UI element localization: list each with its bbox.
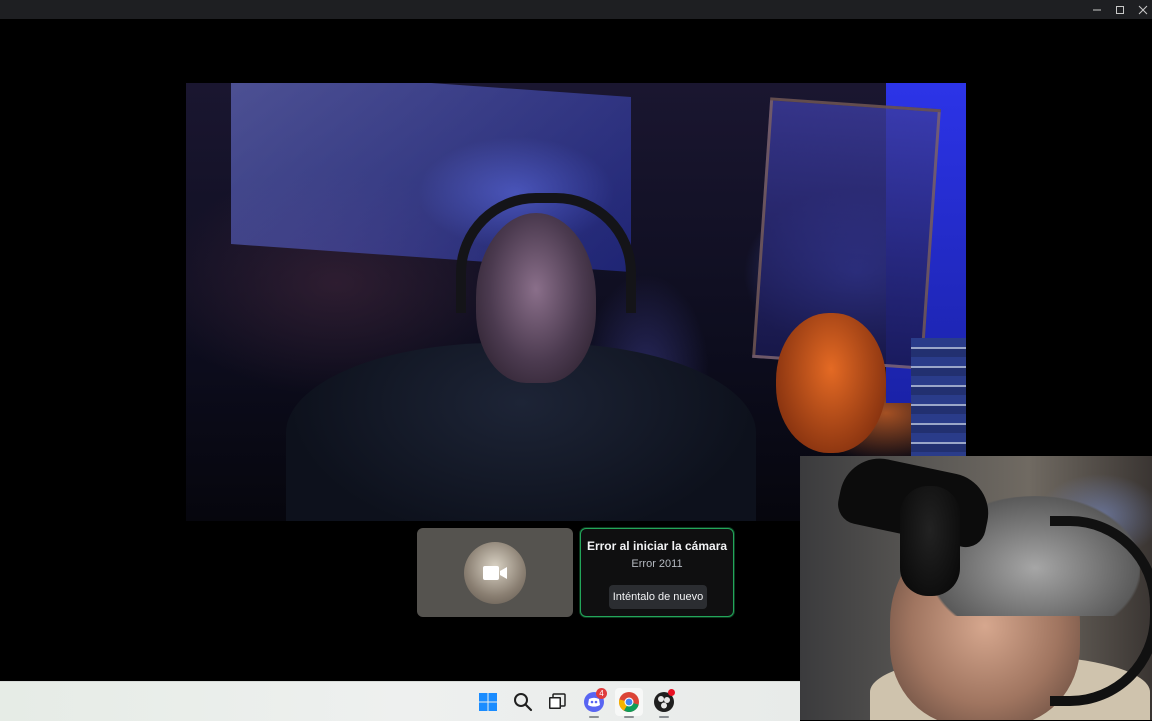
camera-error-card: Error al iniciar la cámara Error 2011 In… — [580, 528, 734, 617]
retry-button[interactable]: Inténtalo de nuevo — [609, 585, 707, 609]
maximize-icon[interactable] — [1109, 0, 1131, 19]
close-icon[interactable] — [1132, 0, 1152, 19]
search-icon[interactable] — [509, 688, 537, 716]
video-camera-icon — [483, 565, 507, 580]
active-indicator — [589, 716, 599, 718]
windows-start-icon[interactable] — [474, 688, 502, 716]
camera-error-title: Error al iniciar la cámara — [586, 539, 728, 553]
microphone — [900, 486, 960, 596]
notification-dot — [668, 689, 675, 696]
task-view-icon[interactable] — [543, 688, 571, 716]
active-indicator — [624, 716, 634, 718]
chrome-icon[interactable] — [615, 688, 643, 718]
discord-badge: 4 — [596, 688, 607, 699]
background-plush — [776, 313, 886, 453]
self-video-tile[interactable] — [417, 528, 573, 617]
overlay-webcam-feed — [800, 456, 1152, 720]
window-titlebar — [0, 0, 1152, 19]
camera-error-code: Error 2011 — [631, 558, 683, 570]
windows-taskbar: 4 — [0, 681, 800, 721]
minimize-icon[interactable] — [1086, 0, 1108, 19]
discord-icon[interactable]: 4 — [580, 688, 608, 718]
user-avatar — [464, 541, 526, 604]
obs-icon[interactable] — [650, 688, 678, 718]
active-indicator — [659, 716, 669, 718]
